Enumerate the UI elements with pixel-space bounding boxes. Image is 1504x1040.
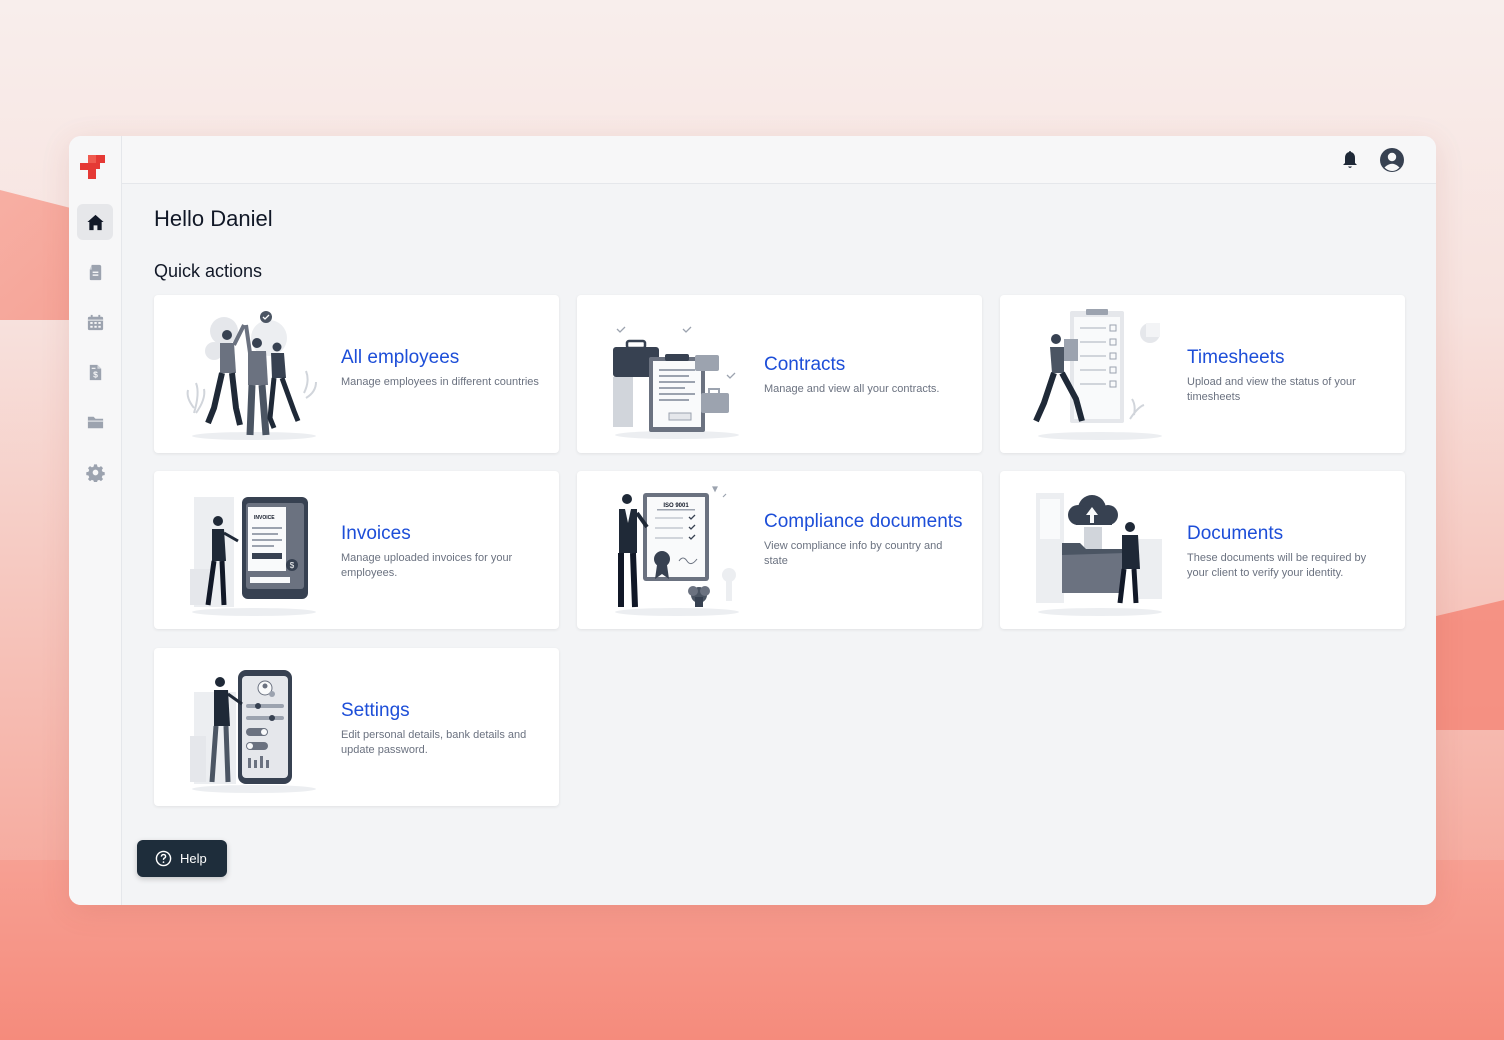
team-high-five-illustration — [186, 311, 317, 440]
certificate-title: ISO 9001 — [663, 503, 689, 509]
user-avatar-icon[interactable] — [1379, 147, 1405, 173]
document-icon — [89, 264, 101, 280]
card-text: Settings Edit personal details, bank det… — [341, 698, 541, 758]
sidebar-item-home[interactable] — [77, 204, 113, 240]
card-title[interactable]: Documents — [1187, 521, 1387, 546]
gear-icon — [85, 463, 105, 482]
invoice-dollar-icon: $ — [89, 364, 101, 380]
invoice-label: INVOICE — [254, 515, 275, 521]
question-circle-icon — [155, 850, 172, 867]
contract-briefcase-illustration — [613, 326, 739, 439]
card-title[interactable]: Compliance documents — [764, 509, 964, 534]
help-button[interactable]: Help — [137, 840, 227, 877]
card-text: Compliance documents View compliance inf… — [764, 509, 964, 569]
top-bar — [122, 136, 1436, 184]
bell-icon[interactable] — [1340, 149, 1360, 171]
card-description: Manage employees in different countries — [341, 376, 539, 388]
card-text: Timesheets Upload and view the status of… — [1187, 345, 1387, 405]
card-description: These documents will be required by your… — [1187, 552, 1367, 579]
card-timesheets[interactable]: Timesheets Upload and view the status of… — [1000, 295, 1405, 453]
card-settings[interactable]: Settings Edit personal details, bank det… — [154, 648, 559, 806]
sidebar-item-invoices[interactable]: $ — [77, 354, 113, 390]
timesheet-checklist-illustration — [1033, 309, 1162, 440]
card-description: Upload and view the status of your times… — [1187, 376, 1356, 403]
card-text: Documents These documents will be requir… — [1187, 521, 1387, 581]
help-label: Help — [180, 851, 207, 866]
card-documents[interactable]: Documents These documents will be requir… — [1000, 471, 1405, 629]
sidebar-item-settings[interactable] — [77, 454, 113, 490]
card-text: Contracts Manage and view all your contr… — [764, 352, 964, 397]
card-title[interactable]: Invoices — [341, 521, 541, 546]
card-compliance-documents[interactable]: ISO 9001 Compliance documents View compl… — [577, 471, 982, 629]
brand-logo[interactable] — [79, 152, 107, 182]
card-title[interactable]: All employees — [341, 345, 541, 370]
card-title[interactable]: Settings — [341, 698, 541, 723]
calendar-icon — [87, 314, 103, 330]
card-description: View compliance info by country and stat… — [764, 540, 943, 567]
page-greeting: Hello Daniel — [154, 206, 273, 231]
sidebar-item-folders[interactable] — [77, 404, 113, 440]
sidebar-item-calendar[interactable] — [77, 304, 113, 340]
sidebar-item-documents[interactable] — [77, 254, 113, 290]
cloud-folder-illustration — [1036, 493, 1162, 616]
home-icon — [86, 214, 104, 230]
card-title[interactable]: Timesheets — [1187, 345, 1387, 370]
app-window: $ Hello Daniel Quick actions All employe… — [69, 136, 1436, 905]
card-title[interactable]: Contracts — [764, 352, 964, 377]
card-text: All employees Manage employees in differ… — [341, 345, 541, 390]
card-text: Invoices Manage uploaded invoices for yo… — [341, 521, 541, 581]
iso-certificate-illustration: ISO 9001 — [615, 486, 739, 616]
sidebar: $ — [69, 136, 122, 905]
quick-actions-title: Quick actions — [154, 261, 263, 281]
svg-text:$: $ — [290, 561, 295, 570]
card-contracts[interactable]: Contracts Manage and view all your contr… — [577, 295, 982, 453]
card-all-employees[interactable]: All employees Manage employees in differ… — [154, 295, 559, 453]
svg-text:$: $ — [93, 369, 98, 379]
folder-icon — [87, 416, 103, 428]
card-description: Edit personal details, bank details and … — [341, 729, 527, 756]
card-description: Manage uploaded invoices for your employ… — [341, 552, 513, 579]
invoice-phone-illustration: INVOICE $ — [190, 497, 316, 616]
phone-settings-illustration — [190, 670, 316, 793]
card-description: Manage and view all your contracts. — [764, 383, 940, 395]
card-invoices[interactable]: INVOICE $ Invoices Manage uploaded invoi… — [154, 471, 559, 629]
